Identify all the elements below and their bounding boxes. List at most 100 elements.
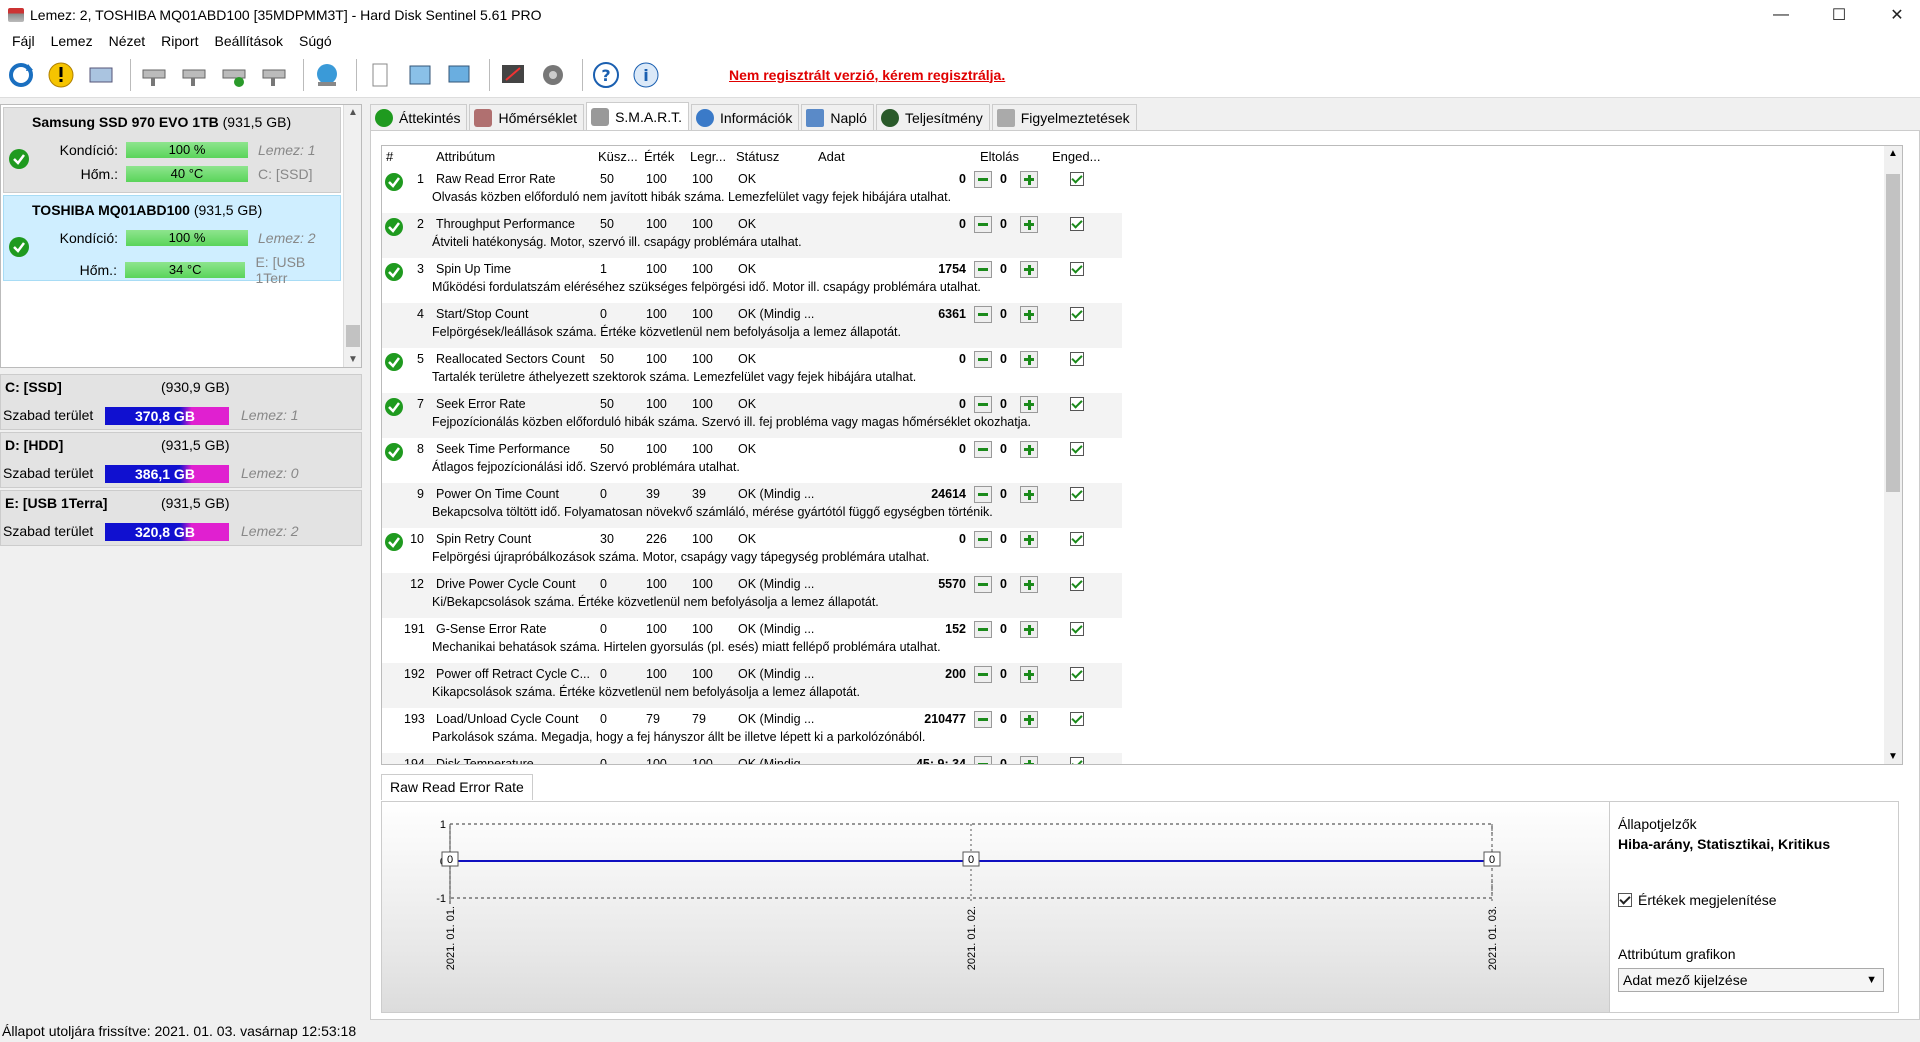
table-row[interactable]: 5 Reallocated Sectors Count 50 100 100 OK 0 0 Ta… (382, 348, 1122, 393)
decrease-offset-button[interactable] (974, 666, 992, 683)
table-row[interactable]: 191 G-Sense Error Rate 0 100 100 OK (Mindig .… (382, 618, 1122, 663)
menu-report[interactable]: Riport (161, 33, 198, 49)
menu-settings[interactable]: Beállítások (215, 33, 283, 49)
tab-overview[interactable]: Áttekintés (370, 104, 468, 130)
decrease-offset-button[interactable] (974, 756, 992, 764)
enabled-checkbox[interactable] (1070, 442, 1084, 456)
table-row[interactable]: 193 Load/Unload Cycle Count 0 79 79 OK (Mindi… (382, 708, 1122, 753)
scroll-down-icon[interactable]: ▼ (344, 354, 362, 365)
sync-icon[interactable] (403, 58, 437, 92)
table-row[interactable]: 1 Raw Read Error Rate 50 100 100 OK 0 0 Olvasás … (382, 168, 1122, 213)
increase-offset-button[interactable] (1020, 576, 1038, 593)
decrease-offset-button[interactable] (974, 576, 992, 593)
menu-disk[interactable]: Lemez (51, 33, 93, 49)
scroll-thumb[interactable] (1886, 174, 1900, 492)
decrease-offset-button[interactable] (974, 396, 992, 413)
decrease-offset-button[interactable] (974, 306, 992, 323)
decrease-offset-button[interactable] (974, 261, 992, 278)
increase-offset-button[interactable] (1020, 216, 1038, 233)
increase-offset-button[interactable] (1020, 621, 1038, 638)
volume-e[interactable]: E: [USB 1Terra] (931,5 GB) Szabad terüle… (0, 490, 362, 546)
close-button[interactable]: ✕ (1874, 0, 1920, 30)
enabled-checkbox[interactable] (1070, 667, 1084, 681)
maximize-button[interactable]: ☐ (1816, 0, 1862, 30)
increase-offset-button[interactable] (1020, 396, 1038, 413)
disk-ok-icon[interactable] (217, 58, 251, 92)
decrease-offset-button[interactable] (974, 531, 992, 548)
increase-offset-button[interactable] (1020, 351, 1038, 368)
volume-d[interactable]: D: [HDD] (931,5 GB) Szabad terület 386,1… (0, 432, 362, 488)
col-id[interactable]: # (386, 149, 393, 164)
enabled-checkbox[interactable] (1070, 397, 1084, 411)
increase-offset-button[interactable] (1020, 666, 1038, 683)
col-value[interactable]: Érték (644, 149, 674, 164)
increase-offset-button[interactable] (1020, 441, 1038, 458)
tab-alerts[interactable]: Figyelmeztetések (991, 104, 1137, 130)
col-offset[interactable]: Eltolás (980, 149, 1019, 164)
col-threshold[interactable]: Küsz... (598, 149, 638, 164)
disk-test-icon[interactable] (137, 58, 171, 92)
disk-tools-icon[interactable] (257, 58, 291, 92)
settings-icon[interactable] (536, 58, 570, 92)
disk-list-scrollbar[interactable]: ▲ ▼ (343, 105, 361, 367)
graph-mode-select[interactable]: Adat mező kijelzése ▼ (1618, 968, 1884, 992)
decrease-offset-button[interactable] (974, 216, 992, 233)
increase-offset-button[interactable] (1020, 261, 1038, 278)
col-enabled[interactable]: Enged... (1052, 149, 1100, 164)
col-attribute[interactable]: Attribútum (436, 149, 495, 164)
table-row[interactable]: 12 Drive Power Cycle Count 0 100 100 OK (Mind… (382, 573, 1122, 618)
increase-offset-button[interactable] (1020, 171, 1038, 188)
increase-offset-button[interactable] (1020, 711, 1038, 728)
benchmark-icon[interactable] (496, 58, 530, 92)
enabled-checkbox[interactable] (1070, 172, 1084, 186)
disk-info-icon[interactable] (84, 58, 118, 92)
minimize-button[interactable]: — (1758, 0, 1804, 30)
scroll-thumb[interactable] (346, 325, 360, 347)
table-row[interactable]: 8 Seek Time Performance 50 100 100 OK 0 0 Átlago… (382, 438, 1122, 483)
scroll-up-icon[interactable]: ▲ (344, 107, 362, 118)
alert-icon[interactable] (44, 58, 78, 92)
decrease-offset-button[interactable] (974, 351, 992, 368)
enabled-checkbox[interactable] (1070, 577, 1084, 591)
enabled-checkbox[interactable] (1070, 757, 1084, 764)
scroll-down-icon[interactable]: ▼ (1884, 751, 1902, 762)
decrease-offset-button[interactable] (974, 486, 992, 503)
col-status[interactable]: Státusz (736, 149, 779, 164)
table-row[interactable]: 3 Spin Up Time 1 100 100 OK 1754 0 Működési ford… (382, 258, 1122, 303)
increase-offset-button[interactable] (1020, 531, 1038, 548)
tab-temperature[interactable]: Hőmérséklet (469, 104, 585, 130)
enabled-checkbox[interactable] (1070, 622, 1084, 636)
disk-card-toshiba[interactable]: TOSHIBA MQ01ABD100 (931,5 GB) Kondíció: 1… (3, 195, 341, 286)
table-row[interactable]: 9 Power On Time Count 0 39 39 OK (Mindig ... 2… (382, 483, 1122, 528)
tab-information[interactable]: Információk (690, 104, 800, 130)
table-row[interactable]: 10 Spin Retry Count 30 226 100 OK 0 0 Felpörgési… (382, 528, 1122, 573)
enabled-checkbox[interactable] (1070, 352, 1084, 366)
table-row[interactable]: 7 Seek Error Rate 50 100 100 OK 0 0 Fejpozícioná… (382, 393, 1122, 438)
col-worst[interactable]: Legr... (690, 149, 726, 164)
tab-log[interactable]: Napló (801, 104, 874, 130)
about-icon[interactable]: i (629, 58, 663, 92)
menu-help[interactable]: Súgó (299, 33, 332, 49)
disk-surface-icon[interactable] (177, 58, 211, 92)
refresh-icon[interactable] (4, 58, 38, 92)
enabled-checkbox[interactable] (1070, 532, 1084, 546)
web-report-icon[interactable] (443, 58, 477, 92)
graph-tab[interactable]: Raw Read Error Rate (381, 774, 533, 800)
enabled-checkbox[interactable] (1070, 487, 1084, 501)
help-icon[interactable]: ? (589, 58, 623, 92)
enabled-checkbox[interactable] (1070, 307, 1084, 321)
tab-performance[interactable]: Teljesítmény (875, 104, 990, 130)
table-row[interactable]: 194 Disk Temperature 0 100 100 OK (Mindig ...… (382, 753, 1122, 764)
scroll-up-icon[interactable]: ▲ (1884, 148, 1902, 159)
tab-smart[interactable]: S.M.A.R.T. (586, 102, 689, 130)
report-icon[interactable] (363, 58, 397, 92)
enabled-checkbox[interactable] (1070, 217, 1084, 231)
increase-offset-button[interactable] (1020, 306, 1038, 323)
col-data[interactable]: Adat (818, 149, 845, 164)
table-row[interactable]: 4 Start/Stop Count 0 100 100 OK (Mindig ... 63… (382, 303, 1122, 348)
decrease-offset-button[interactable] (974, 171, 992, 188)
show-values-checkbox[interactable]: Értékek megjelenítése (1618, 892, 1777, 908)
menu-view[interactable]: Nézet (109, 33, 146, 49)
increase-offset-button[interactable] (1020, 486, 1038, 503)
enabled-checkbox[interactable] (1070, 262, 1084, 276)
